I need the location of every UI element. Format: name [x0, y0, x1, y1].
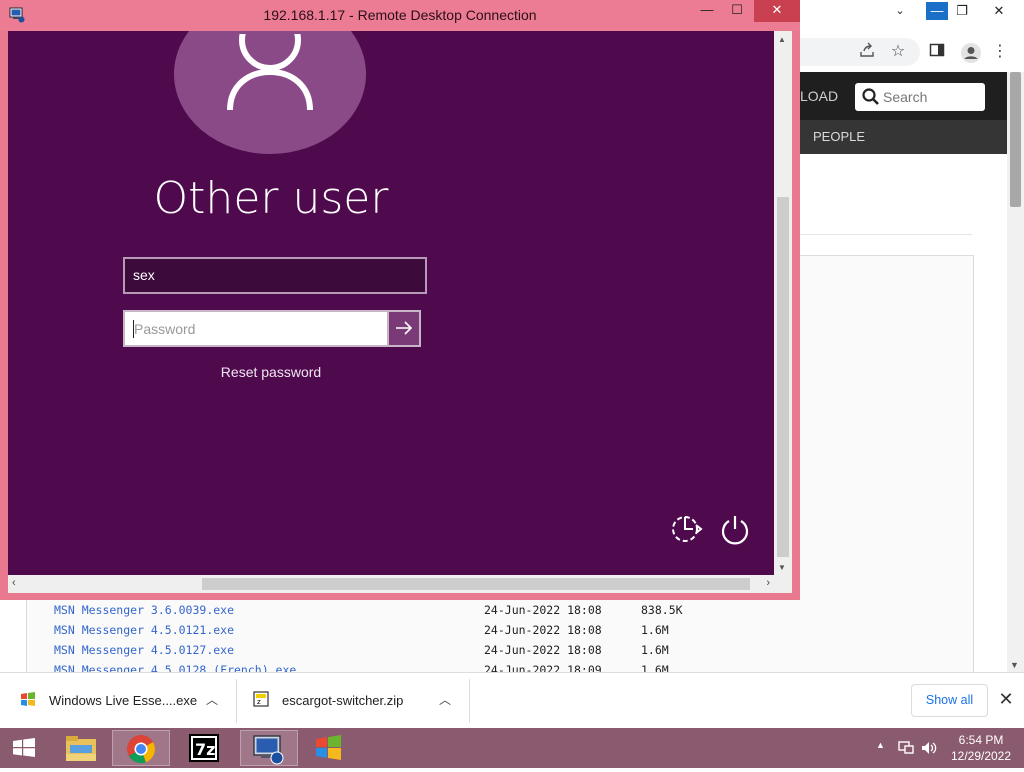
scroll-down-arrow-icon[interactable]: ▼ [778, 563, 786, 572]
minimize-button[interactable]: — [692, 0, 722, 22]
rdp-client-area: Other user sex Password Reset password ▲… [8, 31, 792, 593]
username-field[interactable]: sex [123, 257, 427, 294]
file-date: 24-Jun-2022 18:08 [484, 643, 602, 657]
search-placeholder: Search [883, 89, 928, 105]
windows-flag-icon [316, 735, 341, 760]
windows-login-screen[interactable]: Other user sex Password Reset password [8, 31, 774, 575]
file-date: 24-Jun-2022 18:08 [484, 603, 602, 617]
chevron-up-icon[interactable]: ︿ [439, 691, 451, 708]
rdp-titlebar[interactable]: 192.168.1.17 - Remote Desktop Connection… [0, 0, 800, 31]
windows-flag-icon [21, 692, 35, 706]
side-panel-icon[interactable] [927, 42, 947, 62]
scroll-right-arrow-icon[interactable]: › [766, 577, 770, 589]
search-icon [862, 88, 879, 105]
svg-text:7z: 7z [195, 740, 215, 759]
file-row: MSN Messenger 4.5.0121.exe 24-Jun-2022 1… [54, 623, 754, 643]
password-placeholder: Password [134, 321, 196, 337]
taskbar-windows-setup[interactable] [300, 730, 358, 766]
scrollbar-thumb[interactable] [202, 578, 750, 590]
file-row: MSN Messenger 3.6.0039.exe 24-Jun-2022 1… [54, 603, 754, 623]
close-button[interactable]: ✕ [988, 2, 1010, 20]
show-hidden-icons-chevron-icon[interactable]: ▲ [876, 740, 885, 750]
taskbar: 7z ▲ 6:54 PM 12/29/2022 [0, 728, 1024, 768]
zip-file-icon: z [253, 691, 269, 707]
menu-kebab-icon[interactable]: ⋮ [990, 42, 1010, 62]
site-nav: PEOPLE [800, 120, 1007, 154]
close-button[interactable]: ✕ [754, 0, 800, 22]
file-link[interactable]: MSN Messenger 4.5.0127.exe [54, 643, 234, 657]
chrome-icon [127, 735, 155, 764]
file-link[interactable]: MSN Messenger 3.6.0039.exe [54, 603, 234, 617]
login-username-heading: Other user [153, 173, 389, 224]
download-shelf: Windows Live Esse....exe ︿ z escargot-sw… [0, 672, 1024, 729]
scroll-left-arrow-icon[interactable]: ‹ [12, 577, 16, 589]
network-icon[interactable] [897, 739, 915, 757]
minimize-button[interactable]: — [926, 2, 948, 20]
submit-button[interactable] [387, 310, 421, 347]
maximize-button[interactable]: ☐ [722, 0, 752, 22]
download-filename: escargot-switcher.zip [282, 693, 404, 708]
download-item[interactable]: Windows Live Esse....exe ︿ [0, 673, 236, 729]
ease-of-access-icon[interactable] [670, 514, 704, 544]
scrollbar-thumb[interactable] [1010, 72, 1021, 207]
remote-desktop-icon [253, 735, 284, 765]
scroll-down-arrow-icon[interactable]: ▼ [1010, 660, 1019, 670]
profile-avatar-icon[interactable] [960, 42, 981, 63]
restore-button[interactable]: ❐ [951, 2, 973, 20]
site-header: LOAD Search [800, 72, 1007, 120]
clock-date: 12/29/2022 [950, 749, 1012, 763]
remote-desktop-window: 192.168.1.17 - Remote Desktop Connection… [0, 0, 800, 600]
power-icon[interactable] [720, 513, 750, 545]
divider [469, 679, 470, 723]
taskbar-remote-desktop[interactable] [240, 730, 298, 766]
download-filename: Windows Live Esse....exe [49, 693, 198, 708]
taskbar-7zip[interactable]: 7z [176, 730, 234, 766]
7zip-icon: 7z [189, 734, 219, 762]
folder-icon [66, 736, 96, 761]
address-bar-row: ☆ ⋮ [800, 32, 1024, 73]
scroll-up-arrow-icon[interactable]: ▲ [778, 35, 786, 44]
reset-password-link[interactable]: Reset password [8, 364, 534, 380]
user-silhouette-icon [227, 34, 313, 111]
share-icon[interactable] [857, 42, 877, 62]
volume-icon[interactable] [920, 739, 938, 757]
file-row: MSN Messenger 4.5.0127.exe 24-Jun-2022 1… [54, 643, 754, 663]
rdp-horizontal-scrollbar[interactable]: ‹ › [8, 575, 774, 593]
password-field[interactable]: Password [123, 310, 389, 347]
file-date: 24-Jun-2022 18:08 [484, 623, 602, 637]
start-button[interactable] [4, 732, 44, 764]
tab-search-chevron-icon[interactable]: ⌄ [889, 2, 911, 20]
clock-time: 6:54 PM [958, 733, 1004, 747]
window-title: 192.168.1.17 - Remote Desktop Connection [263, 7, 537, 23]
file-size: 1.6M [641, 623, 669, 637]
taskbar-file-explorer[interactable] [52, 730, 110, 766]
chevron-up-icon[interactable]: ︿ [206, 691, 218, 708]
download-item[interactable]: z escargot-switcher.zip ︿ [237, 673, 469, 729]
nav-download-link[interactable]: LOAD [800, 88, 838, 104]
chrome-titlebar: ⌄ — ❐ ✕ [800, 0, 1024, 32]
arrow-right-icon [396, 321, 413, 335]
user-avatar [174, 31, 366, 154]
nav-people-link[interactable]: PEOPLE [813, 129, 865, 144]
site-search-input[interactable]: Search [855, 83, 985, 111]
svg-text:z: z [257, 698, 261, 706]
rdp-vertical-scrollbar[interactable]: ▲ ▼ [774, 31, 792, 575]
divider [800, 234, 972, 235]
bookmark-star-icon[interactable]: ☆ [888, 42, 908, 62]
page-scrollbar[interactable]: ▼ [1007, 72, 1024, 672]
close-shelf-button[interactable]: ✕ [996, 689, 1016, 709]
taskbar-chrome[interactable] [112, 730, 170, 766]
file-size: 838.5K [641, 603, 683, 617]
file-size: 1.6M [641, 643, 669, 657]
show-all-button[interactable]: Show all [911, 684, 988, 717]
scrollbar-corner [774, 575, 792, 593]
file-link[interactable]: MSN Messenger 4.5.0121.exe [54, 623, 234, 637]
system-clock[interactable]: 6:54 PM 12/29/2022 [944, 732, 1018, 764]
scrollbar-thumb[interactable] [777, 197, 789, 557]
